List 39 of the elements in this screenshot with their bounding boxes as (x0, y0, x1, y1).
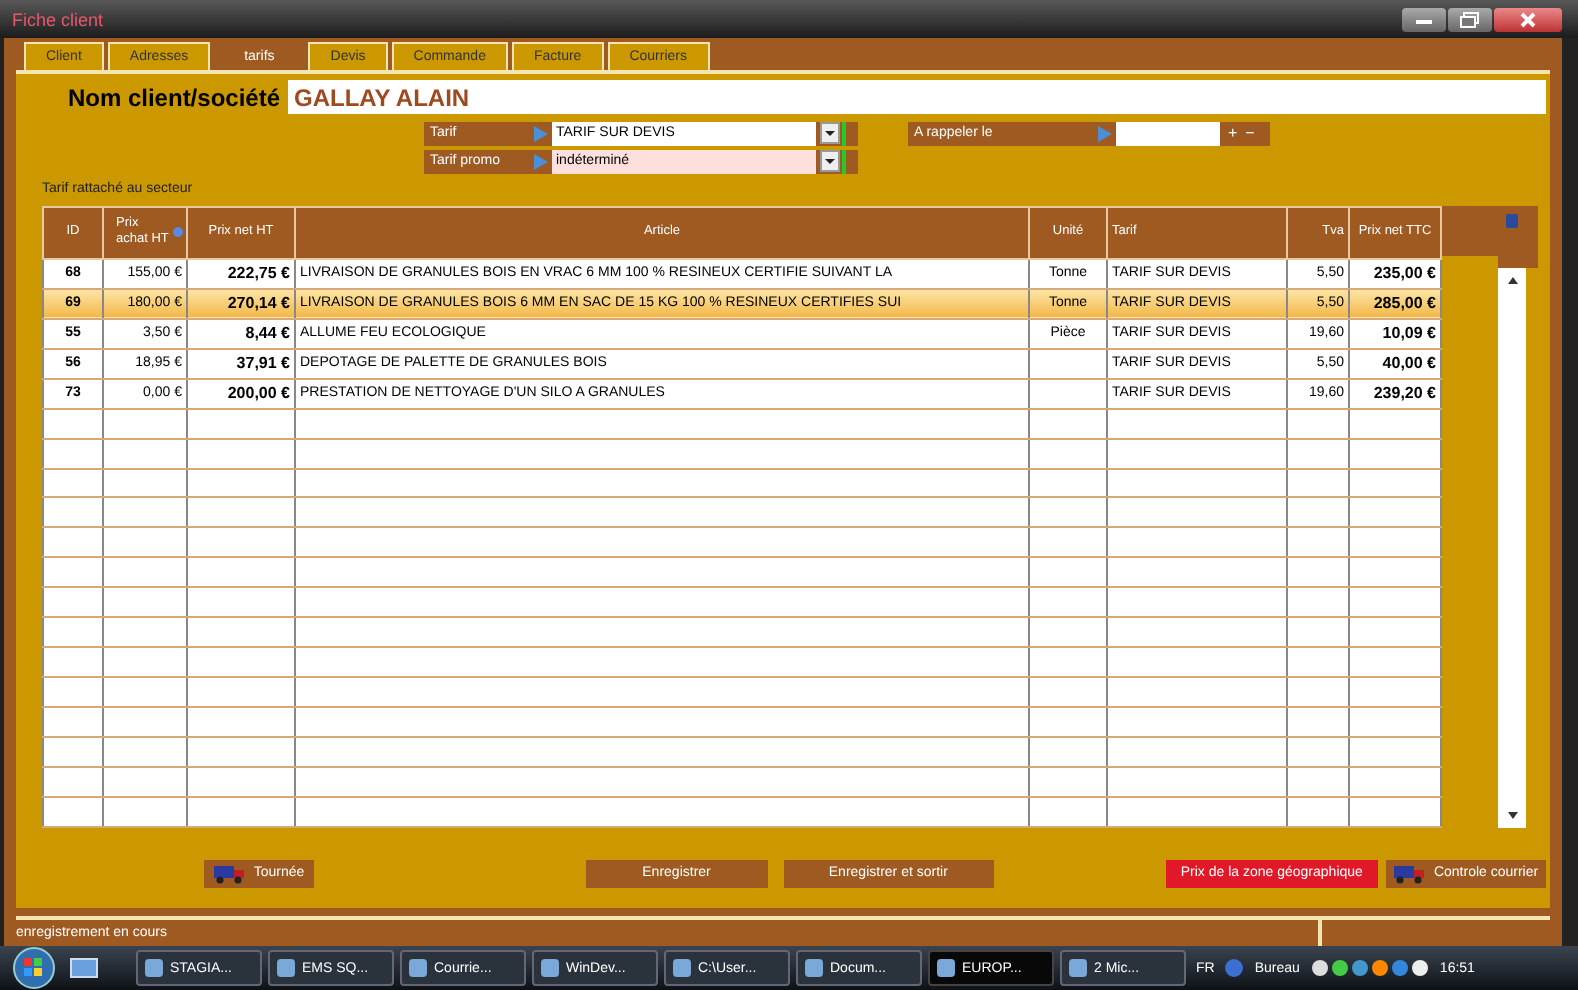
table-cell: 285,00 € (1373, 294, 1436, 313)
date-field[interactable] (1116, 121, 1220, 146)
close-icon (1518, 11, 1538, 27)
scrollbar[interactable] (1498, 267, 1526, 828)
table-cell: 10,09 € (1382, 324, 1436, 343)
truck-icon (213, 862, 246, 885)
help-icon[interactable] (1224, 958, 1245, 978)
table-cell: 270,14 € (227, 294, 290, 313)
status-indicator (842, 121, 846, 146)
app-icon (804, 958, 824, 978)
table-cell: 8,44 € (245, 324, 290, 343)
app-icon (1068, 958, 1088, 978)
app-icon (540, 958, 560, 978)
table-cell: 40,00 € (1382, 354, 1436, 373)
client-name-field[interactable]: GALLAY ALAIN (288, 80, 1546, 115)
desktop-icon[interactable] (70, 957, 98, 979)
status-indicator (842, 149, 846, 174)
table-cell: 37,91 € (236, 354, 290, 373)
truck-icon (1393, 862, 1426, 885)
app-icon (936, 958, 956, 978)
table-cell: 239,20 € (1373, 384, 1436, 403)
app-icon (144, 958, 164, 978)
plus-button[interactable]: + (1228, 124, 1238, 143)
table-cell: 235,00 € (1373, 264, 1436, 283)
client-name-label: Nom client/société (65, 83, 280, 112)
window-title: Fiche client (12, 9, 104, 29)
tray-icons[interactable] (1309, 958, 1430, 978)
scroll-down-icon[interactable] (1503, 807, 1521, 824)
close-button[interactable] (1494, 7, 1562, 31)
table-cell: 200,00 € (227, 384, 290, 403)
start-button[interactable] (8, 946, 60, 990)
app-icon (276, 958, 296, 978)
restore-icon (1460, 11, 1480, 27)
minimize-button[interactable] (1402, 7, 1446, 31)
table-cell: 222,75 € (227, 264, 290, 283)
app-icon (408, 958, 428, 978)
restore-button[interactable] (1448, 7, 1492, 31)
minus-button[interactable]: − (1245, 124, 1255, 143)
app-icon (672, 958, 692, 978)
